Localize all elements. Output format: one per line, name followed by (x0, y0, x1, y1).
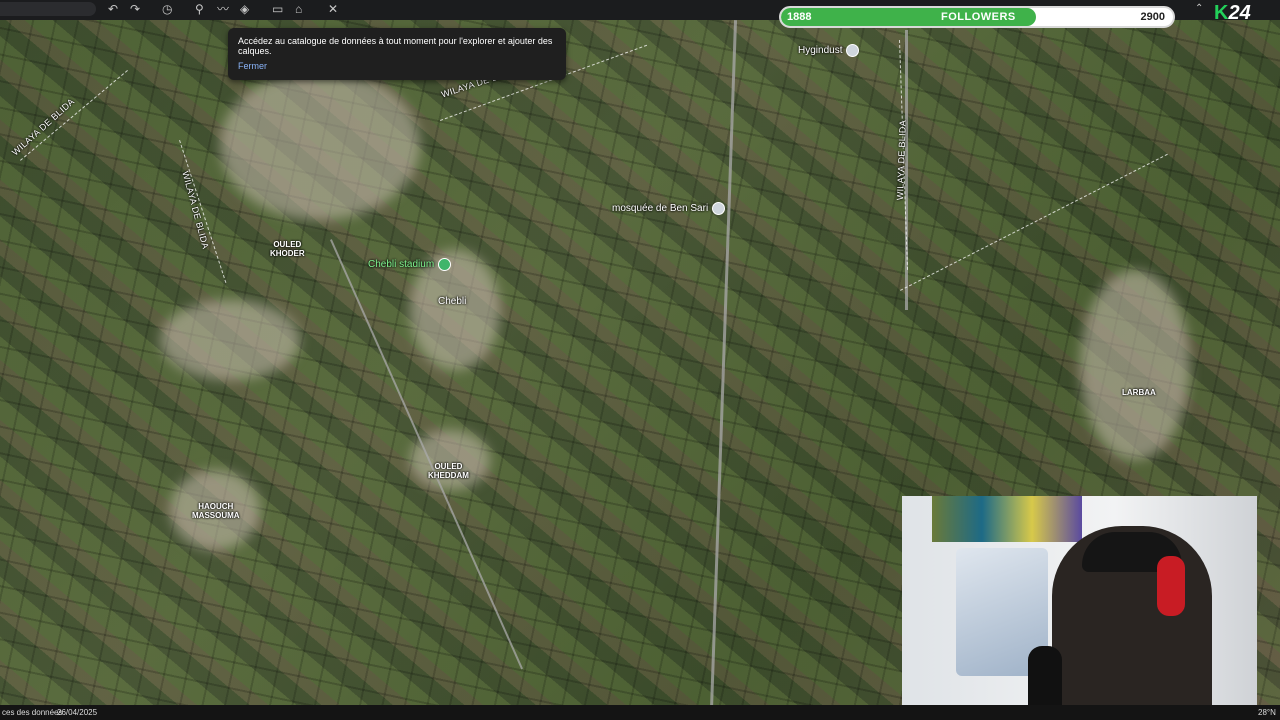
undo-icon[interactable]: ↶ (108, 2, 118, 16)
place-pin-icon (846, 44, 860, 57)
followers-goal-widget: 1888 FOLLOWERS 2900 (779, 6, 1175, 28)
layers-icon[interactable]: ◈ (240, 2, 249, 16)
webcam-poster (932, 496, 1082, 542)
brand-logo: K24 (1214, 2, 1251, 24)
town-label: OULED KHEDDAM (428, 462, 469, 480)
town-label: OULED KHODER (270, 240, 305, 258)
tooltip-close-button[interactable]: Fermer (238, 61, 267, 71)
town-label: LARBAA (1122, 388, 1156, 397)
chevron-up-icon[interactable]: ⌃ (1195, 2, 1203, 16)
headset-icon (1157, 556, 1185, 616)
status-bar: ces des données 26/04/2025 28°N (0, 705, 1280, 720)
poi-label: Hygindust (798, 45, 843, 56)
webcam-overlay (902, 496, 1257, 720)
placemark-icon[interactable]: ⚲ (195, 2, 204, 16)
ruler-icon[interactable]: ▭ (272, 2, 283, 16)
poi-label: Chebli stadium (368, 259, 435, 270)
history-icon[interactable]: ◷ (162, 2, 172, 16)
followers-goal: 2900 (1140, 11, 1165, 23)
followers-label: FOLLOWERS (941, 11, 1016, 23)
search-field[interactable] (0, 2, 96, 16)
data-catalog-tooltip: Accédez au catalogue de données à tout m… (228, 28, 566, 80)
poi-label: mosquée de Ben Sari (612, 203, 709, 214)
followers-current: 1888 (787, 11, 812, 23)
redo-icon[interactable]: ↷ (130, 2, 140, 16)
image-icon[interactable]: ⌂ (295, 2, 302, 16)
path-icon[interactable]: 〰 (217, 2, 229, 16)
status-coordinates: 28°N (1258, 708, 1276, 717)
map-label-wilaya: WILAYA DE BLIDA (180, 170, 211, 251)
stadium-pin-icon (438, 258, 452, 271)
poi-mosquee[interactable]: mosquée de Ben Sari (612, 202, 726, 215)
poi-chebli-stadium[interactable]: Chebli stadium (368, 258, 452, 271)
mosque-pin-icon (712, 202, 726, 215)
town-label: HAOUCH MASSOUMA (192, 502, 240, 520)
map-label-wilaya: WILAYA DE BLIDA (10, 96, 77, 158)
poi-chebli[interactable]: Chebli (438, 296, 466, 307)
poi-label: Chebli (438, 296, 467, 307)
tooltip-message: Accédez au catalogue de données à tout m… (238, 36, 553, 56)
status-attribution: ces des données (2, 708, 63, 717)
status-date: 26/04/2025 (57, 708, 98, 717)
poi-hygindust[interactable]: Hygindust (798, 44, 860, 57)
measure-icon[interactable]: ✕ (328, 2, 338, 16)
